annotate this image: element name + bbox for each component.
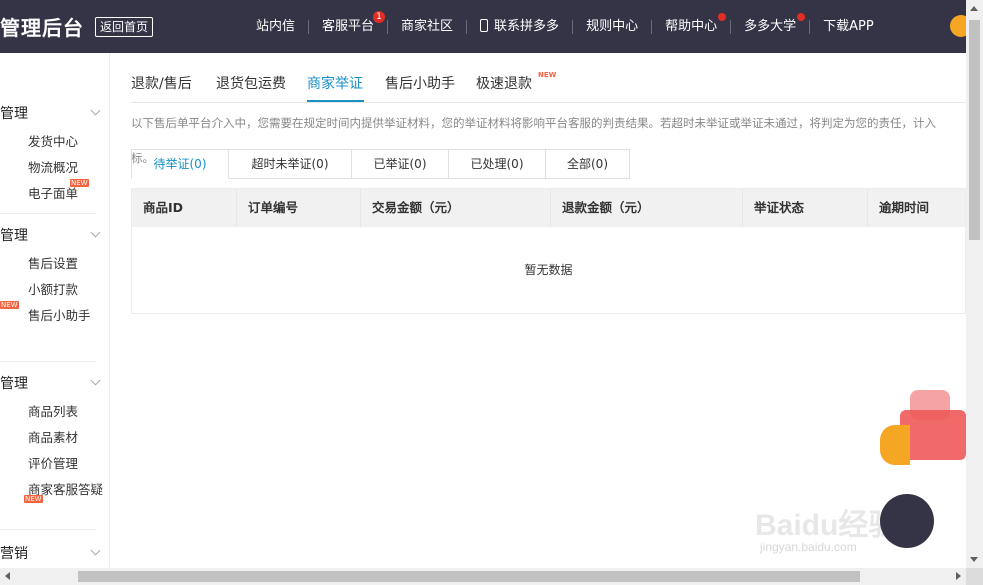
column-header: 商品ID — [132, 189, 237, 227]
subtab-all[interactable]: 全部(0) — [546, 149, 630, 179]
floating-promo-widget[interactable] — [880, 380, 966, 470]
chevron-down-icon[interactable] — [90, 375, 101, 386]
sidebar-item-shipping[interactable]: 发货中心 — [28, 131, 78, 150]
tab-merchant-evidence[interactable]: 商家举证 — [307, 73, 363, 93]
promo-shape — [880, 425, 910, 465]
phone-icon — [480, 18, 489, 32]
tab-refund-aftersale[interactable]: 退款/售后 — [131, 73, 192, 93]
top-bar: 管理后台 返回首页 站内信 客服平台 1 商家社区 联系拼多多 规则中心 帮助中心… — [0, 0, 983, 53]
nav-messages[interactable]: 站内信 — [243, 19, 308, 35]
scroll-down-icon[interactable] — [970, 557, 978, 562]
evidence-notice: 以下售后单平台介入中，您需要在规定时间内提供举证材料，您的举证材料将影响平台客服… — [131, 116, 936, 130]
nav-customer-service[interactable]: 客服平台 1 — [309, 10, 387, 35]
column-header: 退款金额（元） — [551, 189, 743, 227]
floating-help-button[interactable] — [880, 494, 934, 548]
active-tab-indicator — [307, 100, 364, 102]
nav-contact[interactable]: 联系拼多多 — [467, 18, 572, 35]
column-header: 交易金额（元） — [361, 189, 551, 227]
new-badge: NEW — [0, 301, 19, 309]
new-badge: NEW — [24, 495, 43, 503]
status-subtabs: 待举证(0) 超时未举证(0) 已举证(0) 已处理(0) 全部(0) — [131, 149, 630, 179]
chevron-down-icon[interactable] — [90, 545, 101, 556]
horizontal-scroll-thumb[interactable] — [78, 571, 860, 582]
horizontal-scrollbar[interactable] — [0, 568, 966, 585]
evidence-table: 商品ID 订单编号 交易金额（元） 退款金额（元） 举证状态 逾期时间 暂无数据 — [131, 188, 966, 314]
new-badge: NEW — [538, 71, 557, 79]
baidu-watermark-url: jingyan.baidu.com — [760, 540, 857, 554]
column-header: 举证状态 — [743, 189, 868, 227]
sidebar-group-title[interactable]: 管理 — [0, 103, 28, 123]
sidebar-group-title[interactable]: 管理 — [0, 373, 28, 393]
sidebar: 管理 发货中心 物流概况 电子面单 NEW 管理 售后设置 小额打款 售后小助手… — [0, 53, 110, 585]
sidebar-item-small-payment[interactable]: 小额打款 — [28, 279, 78, 298]
sidebar-divider — [0, 213, 96, 214]
baidu-watermark: Baidu经验 — [755, 509, 899, 542]
tab-aftersale-assistant[interactable]: 售后小助手 — [385, 73, 455, 93]
nav-download-app[interactable]: 下载APP — [810, 19, 887, 35]
table-header: 商品ID 订单编号 交易金额（元） 退款金额（元） 举证状态 逾期时间 — [132, 189, 965, 227]
tab-fast-refund[interactable]: 极速退款 — [476, 73, 532, 93]
vertical-scroll-thumb[interactable] — [969, 20, 980, 240]
scroll-right-icon[interactable] — [956, 572, 961, 580]
subtab-overdue-evidence[interactable]: 超时未举证(0) — [229, 149, 352, 179]
subtab-pending-evidence[interactable]: 待举证(0) — [131, 149, 229, 179]
sidebar-divider — [0, 529, 96, 530]
sidebar-group-title[interactable]: 管理 — [0, 225, 28, 245]
sidebar-group-title[interactable]: 营销 — [0, 543, 28, 563]
vertical-scrollbar[interactable] — [966, 0, 983, 568]
top-nav: 站内信 客服平台 1 商家社区 联系拼多多 规则中心 帮助中心 多多大学 下载AP… — [243, 0, 887, 53]
table-body: 暂无数据 — [132, 227, 965, 313]
sidebar-item-aftersale-settings[interactable]: 售后设置 — [28, 253, 78, 272]
column-header: 逾期时间 — [879, 200, 930, 215]
nav-university[interactable]: 多多大学 — [731, 12, 809, 35]
sidebar-item-aftersale-assistant[interactable]: 售后小助手 — [28, 305, 91, 324]
red-dot-indicator — [718, 12, 727, 21]
sidebar-item-logistics[interactable]: 物流概况 — [28, 157, 78, 176]
empty-state-text: 暂无数据 — [524, 263, 573, 277]
subtab-processed[interactable]: 已处理(0) — [449, 149, 546, 179]
chevron-down-icon[interactable] — [90, 227, 101, 238]
red-dot-indicator — [797, 12, 806, 21]
nav-community[interactable]: 商家社区 — [388, 19, 466, 35]
sidebar-item-product-list[interactable]: 商品列表 — [28, 401, 78, 420]
column-header: 订单编号 — [237, 189, 361, 227]
chevron-down-icon[interactable] — [90, 105, 101, 116]
main-content: 退款/售后 退货包运费 商家举证 售后小助手 极速退款 NEW 以下售后单平台介… — [131, 53, 966, 565]
primary-tabs: 退款/售后 退货包运费 商家举证 售后小助手 极速退款 NEW — [131, 53, 966, 103]
sidebar-item-reviews[interactable]: 评价管理 — [28, 453, 78, 472]
notification-badge: 1 — [373, 10, 386, 23]
scroll-up-icon[interactable] — [970, 6, 978, 11]
sidebar-divider — [0, 361, 96, 362]
sidebar-item-product-assets[interactable]: 商品素材 — [28, 427, 78, 446]
tab-return-shipping[interactable]: 退货包运费 — [216, 73, 286, 93]
new-badge: NEW — [70, 179, 89, 187]
scrollbar-corner — [966, 568, 983, 585]
scroll-left-icon[interactable] — [5, 572, 10, 580]
nav-help[interactable]: 帮助中心 — [652, 12, 730, 35]
back-home-button[interactable]: 返回首页 — [95, 17, 154, 37]
nav-rules[interactable]: 规则中心 — [573, 19, 651, 35]
brand-title: 管理后台 — [0, 16, 84, 40]
subtab-submitted-evidence[interactable]: 已举证(0) — [352, 149, 449, 179]
